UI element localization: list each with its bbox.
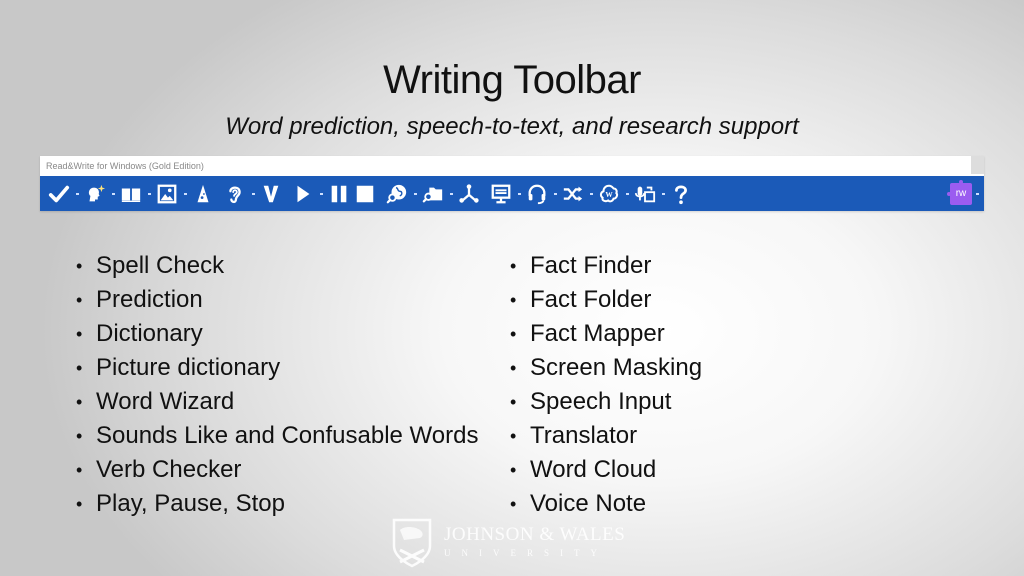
tool-verb-checker xyxy=(258,176,290,211)
list-item: • Fact Finder xyxy=(510,249,702,283)
list-item: • Word Cloud xyxy=(510,453,702,487)
bullet: • xyxy=(510,358,517,378)
tool-spell-check xyxy=(46,176,82,211)
list-item: • Verb Checker xyxy=(76,453,478,487)
tool-dictionary xyxy=(118,176,154,211)
tool-play xyxy=(290,176,326,211)
list-item: • Screen Masking xyxy=(510,351,702,385)
bullet: • xyxy=(76,494,83,514)
word-cloud-icon[interactable]: W xyxy=(596,181,622,207)
window-titlebar: Read&Write for Windows (Gold Edition) xyxy=(40,156,984,176)
tool-speech-input xyxy=(524,176,560,211)
globe-search-icon[interactable] xyxy=(384,181,410,207)
speech-input-dropdown[interactable] xyxy=(550,181,560,207)
dictionary-dropdown[interactable] xyxy=(144,181,154,207)
tool-pause xyxy=(326,176,352,211)
bullet: • xyxy=(76,392,83,412)
bullet: • xyxy=(76,290,83,310)
tool-word-wizard xyxy=(190,176,222,211)
svg-text:W: W xyxy=(605,189,613,198)
bullet: • xyxy=(76,256,83,276)
tool-fact-folder xyxy=(420,176,456,211)
window-control[interactable] xyxy=(971,156,984,174)
list-item: • Translator xyxy=(510,419,702,453)
feature-list-right: • Fact Finder • Fact Folder • Fact Mapper •… xyxy=(510,249,702,521)
picture-icon[interactable] xyxy=(154,181,180,207)
help-icon[interactable] xyxy=(668,181,694,207)
extension-area: rw xyxy=(947,176,982,211)
translator-dropdown[interactable] xyxy=(586,181,596,207)
list-item: • Fact Folder xyxy=(510,283,702,317)
rw-extension-icon[interactable]: rw xyxy=(947,179,972,205)
headset-icon[interactable] xyxy=(524,181,550,207)
word-cloud-dropdown[interactable] xyxy=(622,181,632,207)
verb-v-icon[interactable] xyxy=(258,181,284,207)
bullet: • xyxy=(76,358,83,378)
university-logo: JOHNSON & WALES UNIVERSITY xyxy=(390,516,625,568)
play-dropdown[interactable] xyxy=(316,181,326,207)
list-item: • Dictionary xyxy=(76,317,478,351)
bullet: • xyxy=(510,460,517,480)
bullet: • xyxy=(510,256,517,276)
folder-search-icon[interactable] xyxy=(420,181,446,207)
voice-note-icon[interactable] xyxy=(632,181,658,207)
play-icon[interactable] xyxy=(290,181,316,207)
tool-translator xyxy=(560,176,596,211)
bullet: • xyxy=(510,392,517,412)
bullet: • xyxy=(510,426,517,446)
slide-title: Writing Toolbar xyxy=(383,58,641,102)
stop-icon[interactable] xyxy=(352,181,378,207)
feature-list-left: • Spell Check • Prediction • Dictionary • Pi… xyxy=(76,249,478,521)
shield-icon xyxy=(392,518,432,568)
bullet: • xyxy=(76,324,83,344)
list-item: • Picture dictionary xyxy=(76,351,478,385)
spell-check-dropdown[interactable] xyxy=(72,181,82,207)
shuffle-icon[interactable] xyxy=(560,181,586,207)
pause-icon[interactable] xyxy=(326,181,352,207)
screen-masking-dropdown[interactable] xyxy=(514,181,524,207)
nodes-icon[interactable] xyxy=(456,181,482,207)
bullet: • xyxy=(510,290,517,310)
prediction-head-icon[interactable] xyxy=(82,181,108,207)
list-item: • Spell Check xyxy=(76,249,478,283)
extension-dropdown[interactable] xyxy=(972,181,982,207)
list-item: • Speech Input xyxy=(510,385,702,419)
tool-voice-note xyxy=(632,176,668,211)
bullet: • xyxy=(76,426,83,446)
check-icon[interactable] xyxy=(46,181,72,207)
ear-icon[interactable] xyxy=(222,181,248,207)
list-item: • Fact Mapper xyxy=(510,317,702,351)
tool-word-cloud: W xyxy=(596,176,632,211)
fact-finder-dropdown[interactable] xyxy=(410,181,420,207)
monitor-icon[interactable] xyxy=(488,181,514,207)
readwrite-window: Read&Write for Windows (Gold Edition) W … xyxy=(40,156,984,211)
tool-fact-mapper xyxy=(456,176,488,211)
sounds-like-dropdown[interactable] xyxy=(248,181,258,207)
prediction-dropdown[interactable] xyxy=(108,181,118,207)
tool-screen-masking xyxy=(488,176,524,211)
list-item: • Prediction xyxy=(76,283,478,317)
fact-folder-dropdown[interactable] xyxy=(446,181,456,207)
tool-sounds-like xyxy=(222,176,258,211)
readwrite-toolbar: W rw xyxy=(40,176,984,211)
tool-stop xyxy=(352,176,384,211)
window-title: Read&Write for Windows (Gold Edition) xyxy=(46,161,204,171)
slide-subtitle: Word prediction, speech-to-text, and res… xyxy=(225,113,799,140)
logo-sub: UNIVERSITY xyxy=(444,548,608,558)
book-icon[interactable] xyxy=(118,181,144,207)
tool-help xyxy=(668,176,694,211)
tool-picture-dictionary xyxy=(154,176,190,211)
bullet: • xyxy=(510,324,517,344)
picture-dictionary-dropdown[interactable] xyxy=(180,181,190,207)
voice-note-dropdown[interactable] xyxy=(658,181,668,207)
bullet: • xyxy=(76,460,83,480)
logo-name: JOHNSON & WALES xyxy=(444,524,626,545)
tool-fact-finder xyxy=(384,176,420,211)
tool-prediction xyxy=(82,176,118,211)
list-item: • Word Wizard xyxy=(76,385,478,419)
wizard-hat-icon[interactable] xyxy=(190,181,216,207)
list-item: • Sounds Like and Confusable Words xyxy=(76,419,478,453)
